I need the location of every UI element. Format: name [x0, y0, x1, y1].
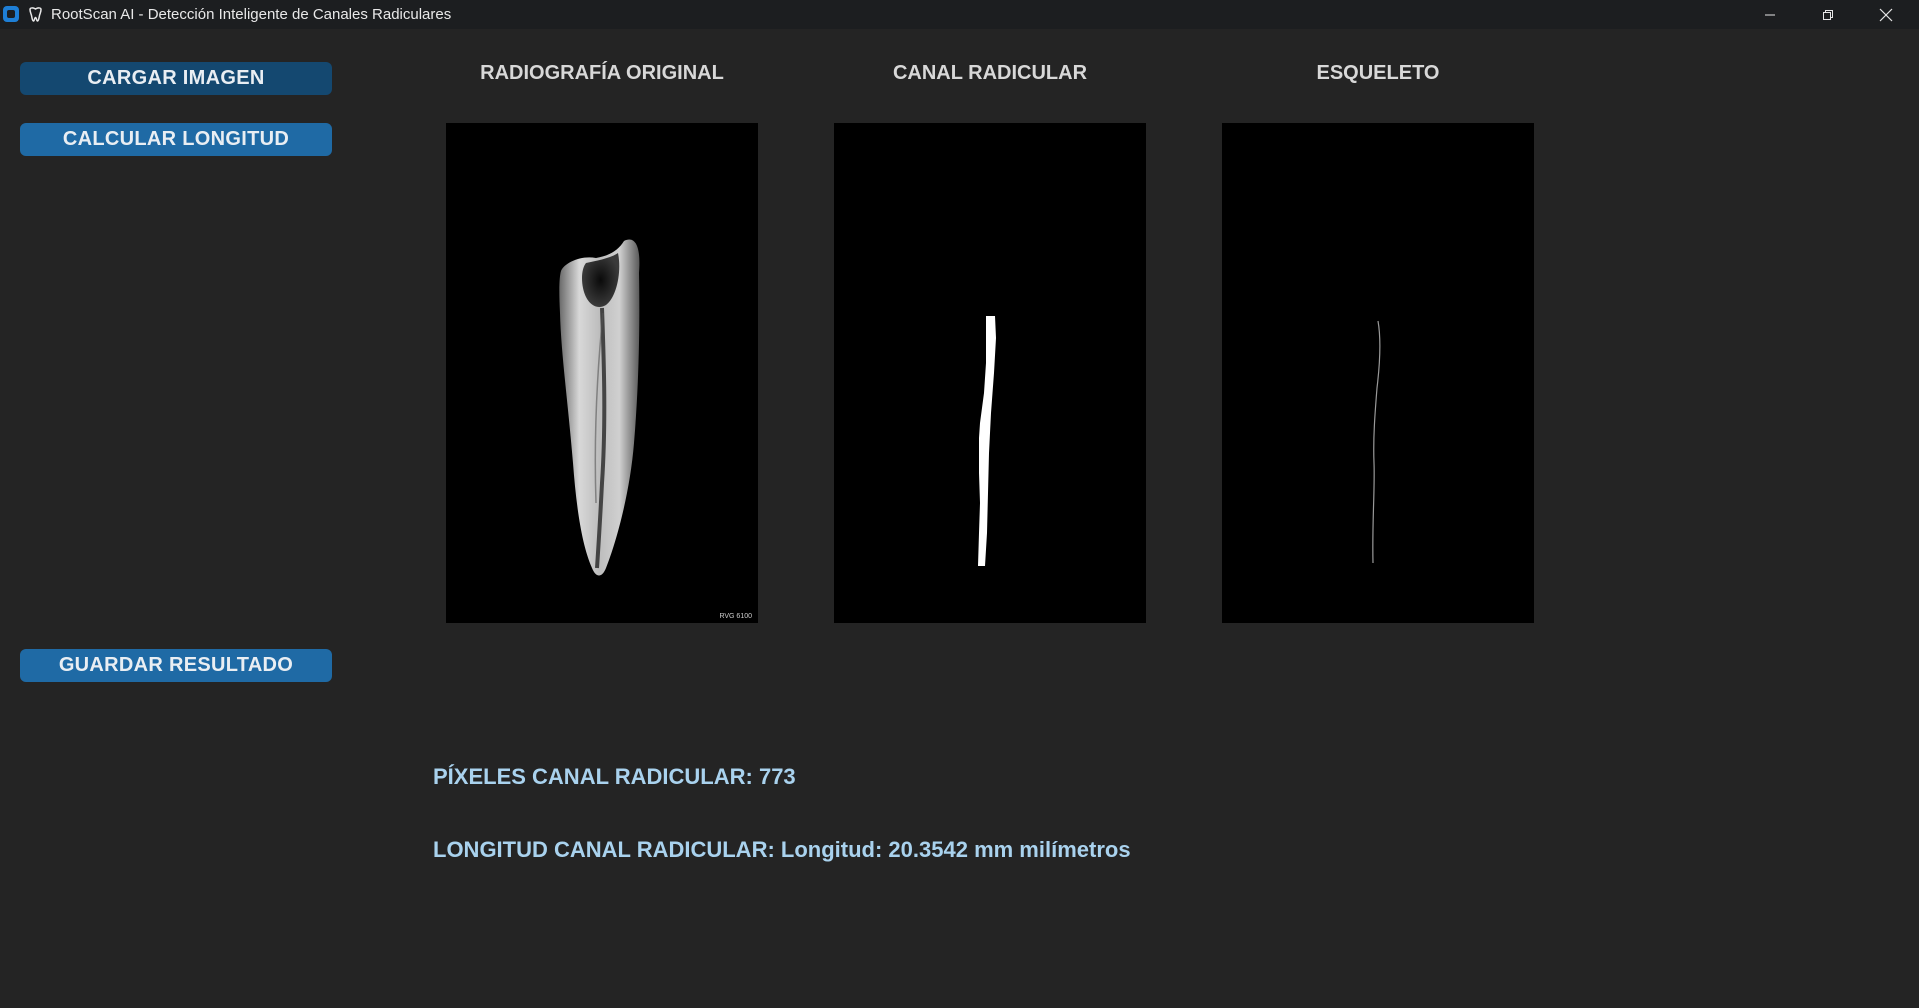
save-result-button[interactable]: GUARDAR RESULTADO: [20, 649, 332, 682]
root-canal-mask: [978, 316, 996, 566]
length-result: LONGITUD CANAL RADICULAR: Longitud: 20.3…: [433, 837, 1131, 863]
pixel-count-result: PÍXELES CANAL RADICULAR: 773: [433, 764, 796, 790]
rvg-watermark: RVG 6100: [719, 613, 752, 620]
pixel-count-value: 773: [758, 764, 796, 789]
length-label: LONGITUD CANAL RADICULAR:: [433, 837, 775, 862]
minimize-button[interactable]: [1741, 0, 1799, 29]
app-icon: [3, 6, 19, 22]
skeleton-image: [1222, 123, 1534, 623]
title-bar: RootScan AI - Detección Inteligente de C…: [0, 0, 1919, 29]
skeleton-line: [1372, 320, 1381, 564]
close-icon: [1879, 8, 1893, 21]
pixel-count-label: PÍXELES CANAL RADICULAR:: [433, 764, 753, 789]
minimize-icon: [1765, 14, 1775, 15]
root-canal-image: [834, 123, 1146, 623]
length-value: Longitud: 20.3542 mm milímetros: [780, 837, 1131, 862]
root-canal-title: CANAL RADICULAR: [892, 62, 1088, 84]
tooth-radiograph: [559, 239, 640, 576]
skeleton-title: ESQUELETO: [1316, 62, 1440, 84]
tooth-icon: [29, 7, 42, 22]
original-radiograph-image: RVG 6100: [446, 123, 758, 623]
restore-icon: [1823, 9, 1833, 20]
restore-button[interactable]: [1799, 0, 1857, 29]
close-button[interactable]: [1857, 0, 1915, 29]
original-radiograph-title: RADIOGRAFÍA ORIGINAL: [480, 62, 724, 84]
window-title: RootScan AI - Detección Inteligente de C…: [51, 6, 452, 23]
load-image-button[interactable]: CARGAR IMAGEN: [20, 62, 332, 95]
calculate-length-button[interactable]: CALCULAR LONGITUD: [20, 123, 332, 156]
